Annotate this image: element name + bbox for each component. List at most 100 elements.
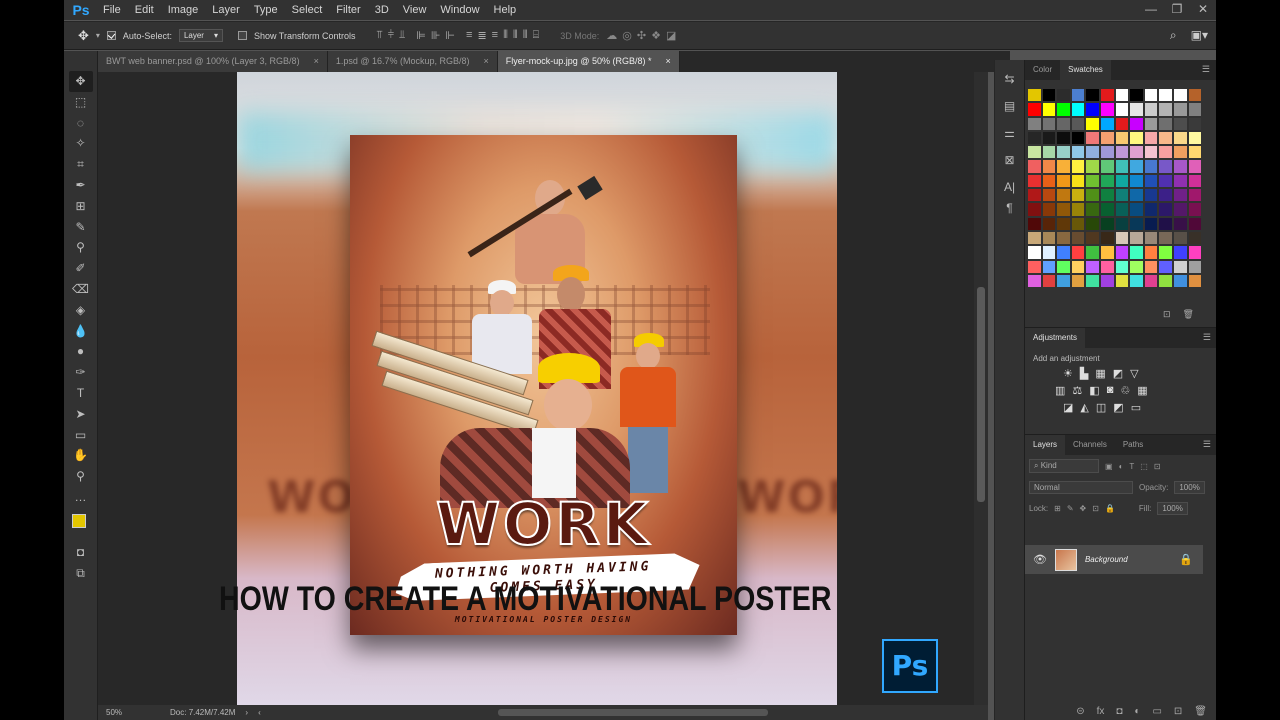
swatch[interactable] [1159, 160, 1172, 173]
swatch[interactable] [1042, 231, 1056, 245]
close-button[interactable]: ✕ [1190, 0, 1216, 20]
rectangle-tool-icon[interactable]: ▭ [69, 425, 93, 446]
lasso-tool-icon[interactable]: ◌ [69, 113, 93, 134]
swatch[interactable] [1028, 131, 1041, 145]
swatch[interactable] [1057, 103, 1070, 116]
tab-channels[interactable]: Channels [1065, 435, 1115, 455]
swatch[interactable] [1042, 189, 1056, 202]
lock-position-icon[interactable]: ✥ [1080, 504, 1087, 513]
foreground-color[interactable] [71, 513, 86, 528]
swatch[interactable] [1130, 146, 1143, 159]
align-top-icon[interactable]: ⫪ [377, 29, 383, 42]
align-left-icon[interactable]: ⊫ [416, 29, 426, 42]
show-transform-checkbox[interactable] [237, 31, 247, 40]
layer-name[interactable]: Background [1085, 555, 1171, 564]
swatch[interactable] [1042, 260, 1056, 273]
swatch[interactable] [1057, 217, 1070, 230]
swatch[interactable] [1173, 89, 1187, 102]
swatch[interactable] [1071, 189, 1085, 202]
swatch[interactable] [1057, 231, 1070, 245]
hue-saturation-icon[interactable]: ▥ [1055, 384, 1065, 397]
auto-select-checkbox[interactable] [106, 31, 116, 40]
swatch[interactable] [1188, 260, 1202, 273]
history-icon[interactable]: ⇆ [1004, 69, 1014, 90]
swatch[interactable] [1130, 160, 1143, 173]
zoom-level[interactable]: 50% [106, 708, 122, 717]
layer-row-background[interactable]: 👁 Background 🔒 [1025, 545, 1203, 574]
swatch[interactable] [1173, 160, 1187, 173]
swatch[interactable] [1042, 217, 1056, 230]
marquee-tool-icon[interactable]: ⬚ [69, 92, 93, 113]
menu-edit[interactable]: Edit [128, 0, 161, 20]
swatch[interactable] [1115, 203, 1129, 216]
swatch[interactable] [1086, 274, 1099, 288]
eye-icon[interactable]: 👁 [1033, 553, 1047, 566]
swatch[interactable] [1086, 231, 1099, 245]
drag-icon[interactable]: ✣ [637, 29, 646, 42]
swatch[interactable] [1188, 231, 1202, 245]
chevron-down-icon[interactable]: ▾ [96, 31, 100, 40]
swatch[interactable] [1028, 117, 1041, 130]
swatch[interactable] [1130, 117, 1143, 130]
menu-3d[interactable]: 3D [368, 0, 396, 20]
paint-bucket-icon[interactable]: ◈ [69, 300, 93, 321]
swatch[interactable] [1100, 274, 1114, 288]
swatch[interactable] [1086, 260, 1099, 273]
distribute-hcenter-icon[interactable]: ⦀ [513, 29, 518, 42]
swatch[interactable] [1086, 246, 1099, 259]
swatch[interactable] [1144, 146, 1158, 159]
swatch[interactable] [1188, 203, 1202, 216]
swatch[interactable] [1144, 203, 1158, 216]
swatch[interactable] [1115, 246, 1129, 259]
tab-bwt-web-banner[interactable]: BWT web banner.psd @ 100% (Layer 3, RGB/… [98, 51, 328, 72]
swatch[interactable] [1159, 103, 1172, 116]
selective-color-icon[interactable]: ◩ [1113, 401, 1123, 414]
swatch[interactable] [1130, 217, 1143, 230]
swatch[interactable] [1028, 103, 1041, 116]
swatch[interactable] [1042, 203, 1056, 216]
swatch[interactable] [1173, 217, 1187, 230]
swatch[interactable] [1188, 160, 1202, 173]
swatch[interactable] [1071, 160, 1085, 173]
properties-icon[interactable]: ▤ [1004, 96, 1015, 117]
black-white-icon[interactable]: ◧ [1089, 384, 1099, 397]
menu-file[interactable]: File [96, 0, 128, 20]
swatch[interactable] [1144, 231, 1158, 245]
panel-menu-icon[interactable]: ☰ [1203, 332, 1211, 343]
quick-mask-icon[interactable]: ◘ [69, 542, 93, 563]
slide-icon[interactable]: ❖ [651, 29, 661, 42]
orbit-icon[interactable]: ☁ [606, 29, 617, 42]
photo-filter-icon[interactable]: ◙ [1107, 384, 1114, 397]
swatch[interactable] [1057, 117, 1070, 130]
menu-select[interactable]: Select [285, 0, 330, 20]
filter-pixel-icon[interactable]: ▣ [1105, 462, 1113, 471]
scroll-thumb[interactable] [977, 287, 985, 502]
menu-view[interactable]: View [396, 0, 434, 20]
swatch[interactable] [1071, 103, 1085, 116]
swatch[interactable] [1115, 160, 1129, 173]
swatch[interactable] [1100, 203, 1114, 216]
swatch[interactable] [1057, 174, 1070, 188]
swatch[interactable] [1188, 131, 1202, 145]
swatch[interactable] [1028, 189, 1041, 202]
swatch[interactable] [1144, 246, 1158, 259]
swatch[interactable] [1042, 103, 1056, 116]
swatch[interactable] [1057, 274, 1070, 288]
swatch[interactable] [1173, 274, 1187, 288]
swatch[interactable] [1028, 231, 1041, 245]
tab-color[interactable]: Color [1025, 60, 1060, 80]
fx-icon[interactable]: fx [1097, 706, 1105, 717]
tab-layers[interactable]: Layers [1025, 435, 1066, 455]
brush-tool-icon[interactable]: ✎ [69, 217, 93, 238]
swatch[interactable] [1173, 117, 1187, 130]
swatch[interactable] [1057, 246, 1070, 259]
swatch[interactable] [1115, 274, 1129, 288]
swatch[interactable] [1188, 146, 1202, 159]
adjustment-layer-icon[interactable]: ◐ [1134, 706, 1140, 717]
maximize-button[interactable]: ❐ [1164, 0, 1190, 20]
swatch[interactable] [1173, 231, 1187, 245]
tab-adjustments[interactable]: Adjustments [1025, 328, 1086, 348]
distribute-left-icon[interactable]: ⦀ [503, 29, 508, 42]
healing-brush-icon[interactable]: ⊞ [69, 196, 93, 217]
camera-icon[interactable]: ◪ [666, 29, 676, 42]
